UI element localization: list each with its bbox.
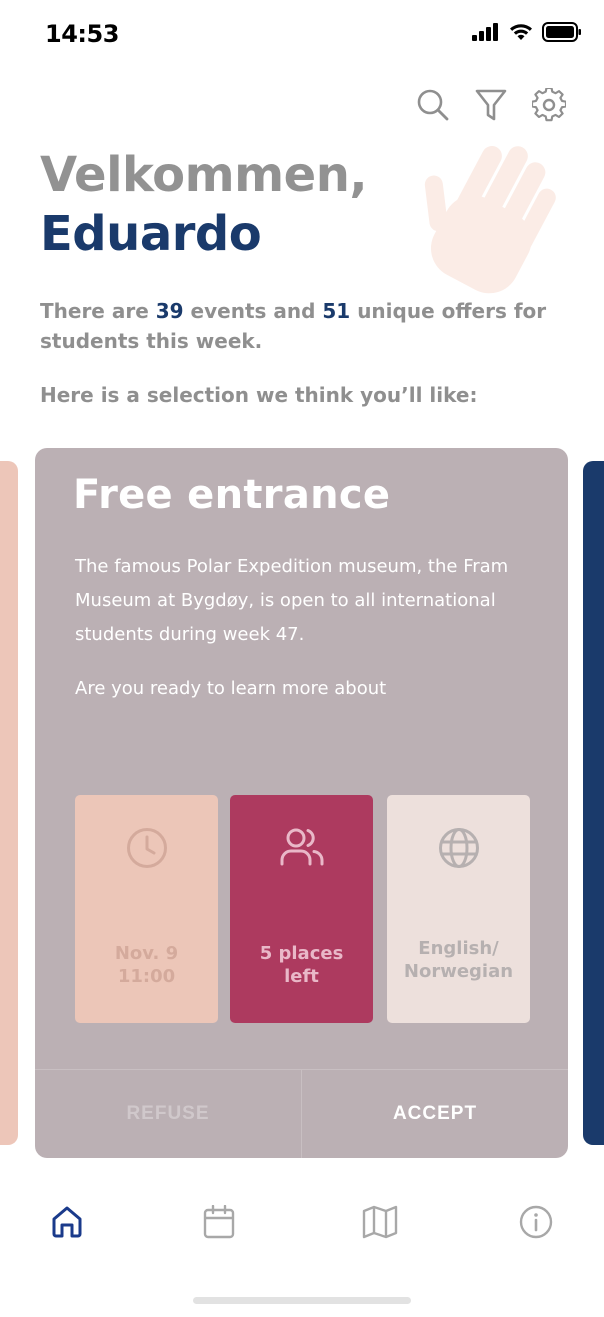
battery-icon (542, 22, 582, 46)
settings-icon[interactable] (532, 88, 566, 122)
places-text: 5 places left (230, 942, 373, 988)
card-title: Free entrance (73, 472, 391, 518)
refuse-button[interactable]: REFUSE (35, 1070, 301, 1158)
status-icons (472, 22, 582, 46)
nav-info[interactable] (516, 1204, 556, 1244)
search-icon[interactable] (416, 88, 450, 122)
people-icon (230, 827, 373, 867)
language-line-1: English/ (418, 938, 499, 959)
selection-text: Here is a selection we think you’ll like… (40, 383, 478, 407)
filter-icon[interactable] (474, 88, 508, 122)
date-line: Nov. 9 (114, 943, 179, 964)
status-time: 14:53 (45, 20, 119, 48)
events-count: 39 (155, 299, 184, 323)
previous-card[interactable] (0, 461, 18, 1145)
card-description: The famous Polar Expedition museum, the … (75, 556, 509, 645)
wifi-icon (508, 22, 534, 46)
offers-count: 51 (322, 299, 351, 323)
waving-hand-icon (412, 136, 582, 306)
date-tile: Nov. 9 11:00 (75, 795, 218, 1023)
nav-calendar[interactable] (199, 1204, 239, 1244)
nav-home[interactable] (47, 1204, 87, 1244)
date-text: Nov. 9 11:00 (75, 942, 218, 988)
greeting-title: Velkommen, (40, 147, 368, 203)
language-text: English/ Norwegian (387, 937, 530, 983)
info-icon (519, 1205, 553, 1243)
left-line: left (284, 966, 319, 987)
top-actions (416, 88, 566, 122)
places-tile: 5 places left (230, 795, 373, 1023)
card-question: Are you ready to learn more about (75, 678, 387, 699)
signal-icon (472, 23, 500, 45)
status-bar: 14:53 (0, 0, 604, 64)
summary-text: There are 39 events and 51 unique offers… (40, 296, 560, 356)
globe-icon (387, 827, 530, 869)
nav-map[interactable] (360, 1204, 400, 1244)
user-name: Eduardo (40, 206, 262, 262)
accept-button[interactable]: ACCEPT (302, 1070, 568, 1158)
map-icon (362, 1205, 398, 1243)
calendar-icon (203, 1204, 235, 1243)
summary-middle: events and (183, 299, 323, 323)
home-icon (50, 1205, 84, 1243)
clock-icon (75, 827, 218, 869)
language-tile: English/ Norwegian (387, 795, 530, 1023)
next-card[interactable] (583, 461, 604, 1145)
home-indicator[interactable] (193, 1297, 411, 1304)
time-line: 11:00 (117, 966, 176, 987)
offer-card: Free entrance The famous Polar Expeditio… (35, 448, 568, 1158)
bottom-nav (0, 1190, 604, 1256)
summary-prefix: There are (40, 299, 156, 323)
places-line: 5 places (259, 943, 344, 964)
language-line-2: Norwegian (403, 961, 514, 982)
